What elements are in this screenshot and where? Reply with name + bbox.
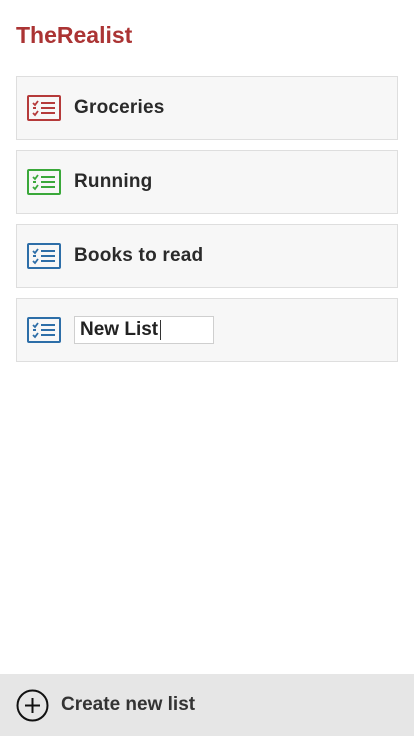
checklist-icon <box>27 169 61 195</box>
checklist-icon <box>27 317 61 343</box>
app-root: TheRealist Groceries Running Books to re… <box>0 0 414 736</box>
create-new-list-label: Create new list <box>61 694 196 715</box>
list-collection: Groceries Running Books to read New List <box>16 76 398 372</box>
create-new-list-button[interactable]: Create new list <box>0 674 414 736</box>
list-item-label: Running <box>74 171 153 192</box>
checklist-icon <box>27 243 61 269</box>
list-item-groceries[interactable]: Groceries <box>16 76 398 140</box>
app-title: TheRealist <box>16 22 133 48</box>
list-name-input-value: New List <box>80 319 159 340</box>
checklist-icon <box>27 95 61 121</box>
list-item-label: Groceries <box>74 97 165 118</box>
list-item-new[interactable]: New List <box>16 298 398 362</box>
text-cursor <box>160 320 162 340</box>
list-item-books-to-read[interactable]: Books to read <box>16 224 398 288</box>
list-item-label: Books to read <box>74 245 204 266</box>
add-circle-icon <box>16 689 49 721</box>
list-name-input[interactable]: New List <box>74 316 214 344</box>
list-item-running[interactable]: Running <box>16 150 398 214</box>
